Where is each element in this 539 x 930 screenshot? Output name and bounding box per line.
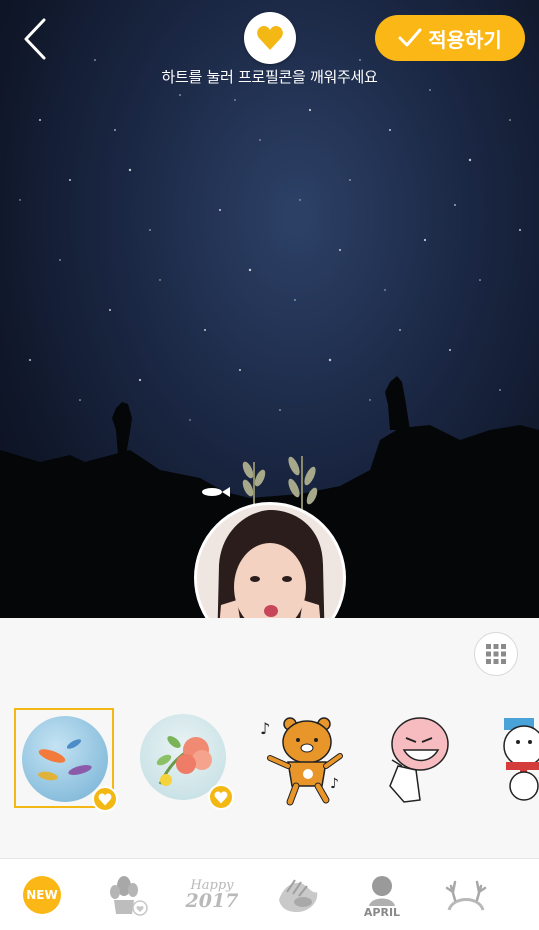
flower-sticker[interactable] xyxy=(134,708,234,810)
heart-icon xyxy=(98,793,112,805)
snowman-illustration xyxy=(503,718,539,801)
apeach-sticker[interactable] xyxy=(376,708,476,808)
sticker-category-tabbar: NEW Happy 2017 APRIL xyxy=(0,858,539,930)
hint-text: 하트를 눌러 프로필콘을 깨워주세요 xyxy=(161,68,378,86)
antlers-tab[interactable] xyxy=(438,871,494,919)
sticker-heart-badge xyxy=(208,784,234,810)
heart-icon xyxy=(257,26,283,50)
apply-button[interactable]: 적용하기 xyxy=(375,15,525,61)
heart-icon xyxy=(214,791,228,803)
apply-label: 적용하기 xyxy=(428,27,502,52)
new-badge: NEW xyxy=(23,876,61,914)
cactus-icon xyxy=(110,876,148,916)
april-label: APRIL xyxy=(364,906,400,918)
svg-text:♪: ♪ xyxy=(260,719,270,738)
chevron-left-icon xyxy=(24,18,46,60)
profilecon-editor-screen: 하트를 눌러 프로필콘을 깨워주세요 적용하기 ♪ ♪ NEW Happy 20… xyxy=(0,0,539,930)
hands-tab[interactable] xyxy=(270,871,326,919)
hands-icon xyxy=(279,879,318,912)
snowman-sticker[interactable] xyxy=(496,708,539,808)
sticker-heart-badge xyxy=(92,786,118,812)
apeach-illustration xyxy=(389,717,449,803)
back-button[interactable] xyxy=(18,16,54,62)
antlers-headband-icon xyxy=(445,880,487,911)
ryan-bear-sticker[interactable]: ♪ ♪ xyxy=(256,708,356,808)
heart-button[interactable] xyxy=(244,12,296,64)
happy-2017-tab[interactable]: Happy 2017 xyxy=(184,871,240,919)
april-group-icon: APRIL xyxy=(364,876,400,918)
svg-text:♪: ♪ xyxy=(330,776,339,792)
ryan-bear-illustration: ♪ ♪ xyxy=(260,717,343,806)
april-tab[interactable]: APRIL xyxy=(354,871,410,919)
checkmark-icon xyxy=(398,28,422,47)
grid-view-button[interactable] xyxy=(474,632,518,676)
fish-icon xyxy=(202,487,230,497)
fish-bubble-sticker[interactable] xyxy=(14,708,118,812)
new-tab[interactable]: NEW xyxy=(14,871,70,919)
grid-icon xyxy=(486,644,506,664)
cactus-tab[interactable] xyxy=(98,871,154,919)
happy-2017-icon: Happy 2017 xyxy=(185,878,239,912)
